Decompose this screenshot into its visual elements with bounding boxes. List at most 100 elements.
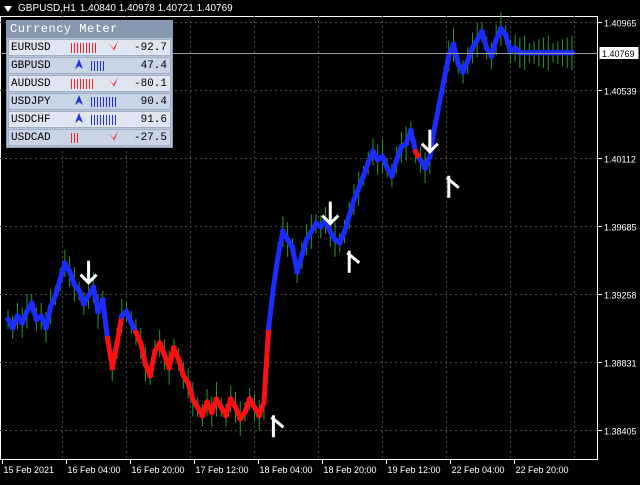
signal-up-arrow-icon bbox=[445, 175, 460, 198]
strength-bar bbox=[86, 42, 87, 53]
trend-segment bbox=[407, 127, 419, 155]
meter-row-eurusd: EURUSD -92.7 bbox=[8, 39, 171, 56]
current-price-label: 1.40769 bbox=[602, 49, 635, 59]
y-tick-label: 1.38405 bbox=[604, 427, 637, 437]
strength-bar bbox=[80, 78, 81, 89]
chart-header: GBPUSD,H1 1.40840 1.40978 1.40721 1.4076… bbox=[4, 3, 233, 14]
strength-bar bbox=[97, 114, 98, 125]
strength-bar bbox=[77, 132, 78, 143]
strength-bar bbox=[91, 96, 92, 107]
strength-bars-icon bbox=[69, 78, 103, 89]
strength-bar bbox=[92, 42, 93, 53]
signal-up-arrow-icon bbox=[346, 250, 361, 273]
strength-bar bbox=[103, 96, 104, 107]
strength-bars-icon bbox=[69, 132, 103, 143]
x-tick-label: 19 Feb 12:00 bbox=[388, 465, 441, 475]
strength-bar bbox=[80, 42, 81, 53]
y-tick-label: 1.39258 bbox=[604, 291, 637, 301]
strength-bar bbox=[94, 60, 95, 71]
strength-bar bbox=[112, 96, 113, 107]
trend-segment bbox=[100, 297, 111, 342]
chart-symbol: GBPUSD,H1 bbox=[18, 3, 76, 14]
meter-row-usdjpy: USDJPY 90.4 bbox=[8, 93, 171, 110]
strength-bar bbox=[112, 114, 113, 125]
meter-symbol: AUDUSD bbox=[11, 77, 51, 90]
strength-bar bbox=[71, 78, 72, 89]
trend-segment bbox=[436, 76, 447, 107]
strength-bar bbox=[94, 114, 95, 125]
dropdown-triangle-icon[interactable] bbox=[4, 5, 12, 12]
strength-bar bbox=[100, 60, 101, 71]
trend-down-icon bbox=[103, 130, 123, 145]
currency-meter-title: Currency Meter bbox=[7, 21, 172, 38]
strength-bar bbox=[94, 96, 95, 107]
x-tick-label: 22 Feb 20:00 bbox=[516, 465, 569, 475]
meter-value: 90.4 bbox=[140, 95, 167, 108]
strength-bar bbox=[91, 60, 92, 71]
trend-up-icon bbox=[69, 58, 89, 73]
strength-bar bbox=[83, 78, 84, 89]
meter-value: -80.1 bbox=[133, 77, 167, 90]
strength-bar bbox=[71, 42, 72, 53]
x-tick-label: 18 Feb 20:00 bbox=[324, 465, 377, 475]
meter-symbol: USDCHF bbox=[11, 113, 51, 126]
currency-meter-panel: Currency Meter EURUSD -92.7 GBPUSD 47.4 AUDU… bbox=[6, 20, 173, 148]
trend-segment bbox=[137, 340, 149, 368]
x-tick-label: 18 Feb 04:00 bbox=[260, 465, 313, 475]
y-tick-label: 1.39685 bbox=[604, 223, 637, 233]
strength-bar bbox=[74, 78, 75, 89]
strength-bar bbox=[106, 114, 107, 125]
strength-bar bbox=[77, 78, 78, 89]
meter-symbol: USDCAD bbox=[11, 131, 51, 144]
strength-bars-icon bbox=[89, 96, 123, 107]
trend-segment bbox=[431, 100, 443, 131]
trend-down-icon bbox=[103, 40, 123, 55]
y-tick-label: 1.40112 bbox=[604, 155, 636, 165]
strength-bar bbox=[100, 96, 101, 107]
strength-bar bbox=[109, 96, 110, 107]
strength-bar bbox=[115, 114, 116, 125]
trend-segment bbox=[450, 41, 462, 67]
meter-row-usdcad: USDCAD -27.5 bbox=[8, 129, 171, 146]
y-tick-label: 1.38831 bbox=[604, 359, 637, 369]
trend-segment bbox=[114, 313, 125, 347]
strength-bar bbox=[115, 96, 116, 107]
x-tick-label: 17 Feb 12:00 bbox=[196, 465, 249, 475]
y-tick-label: 1.40965 bbox=[604, 19, 637, 29]
meter-value: -92.7 bbox=[133, 41, 167, 54]
trend-up-icon bbox=[69, 112, 89, 127]
x-tick-label: 16 Feb 20:00 bbox=[132, 465, 185, 475]
meter-row-audusd: AUDUSD -80.1 bbox=[8, 75, 171, 92]
strength-bars-icon bbox=[89, 60, 123, 71]
strength-bar bbox=[74, 132, 75, 143]
trend-segment bbox=[261, 324, 272, 406]
strength-bar bbox=[71, 132, 72, 143]
meter-symbol: USDJPY bbox=[11, 95, 51, 108]
strength-bar bbox=[100, 114, 101, 125]
strength-bar bbox=[97, 96, 98, 107]
x-tick-label: 22 Feb 04:00 bbox=[452, 465, 505, 475]
x-tick-label: 16 Feb 04:00 bbox=[68, 465, 121, 475]
strength-bar bbox=[89, 78, 90, 89]
y-tick-label: 1.40539 bbox=[604, 87, 637, 97]
trend-down-icon bbox=[103, 76, 123, 91]
strength-bar bbox=[92, 78, 93, 89]
currency-meter-rows: EURUSD -92.7 GBPUSD 47.4 AUDUSD -80.1 USDJPY 90… bbox=[7, 39, 172, 146]
strength-bar bbox=[86, 78, 87, 89]
strength-bar bbox=[109, 114, 110, 125]
meter-value: 91.6 bbox=[140, 113, 167, 126]
strength-bar bbox=[89, 42, 90, 53]
strength-bar bbox=[77, 42, 78, 53]
strength-bar bbox=[103, 60, 104, 71]
trend-up-icon bbox=[69, 94, 89, 109]
meter-row-usdchf: USDCHF 91.6 bbox=[8, 111, 171, 128]
strength-bar bbox=[74, 42, 75, 53]
trend-segment bbox=[147, 348, 158, 379]
signal-up-arrow-icon bbox=[270, 415, 285, 438]
strength-bar bbox=[97, 60, 98, 71]
trend-segment bbox=[42, 303, 54, 331]
strength-bar bbox=[95, 42, 96, 53]
meter-symbol: GBPUSD bbox=[11, 59, 51, 72]
meter-value: 47.4 bbox=[140, 59, 167, 72]
meter-symbol: EURUSD bbox=[11, 41, 51, 54]
